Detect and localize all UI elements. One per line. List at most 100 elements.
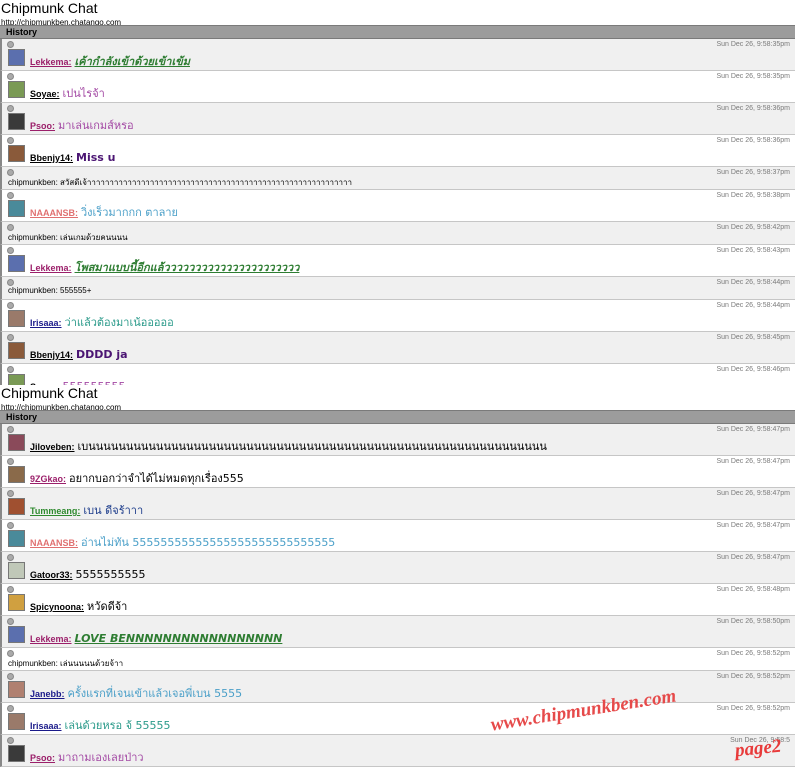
message-timestamp: Sun Dec 26, 9:58:52pm bbox=[716, 650, 790, 657]
avatar[interactable] bbox=[8, 745, 25, 762]
message-text: เค้ากำลังเข้าด้วยเข้าเข้ม bbox=[74, 55, 190, 68]
username-link[interactable]: Lekkema: bbox=[30, 634, 72, 644]
username-link[interactable]: Janebb: bbox=[30, 689, 65, 699]
message-text: อยากบอกว่าจำได้ไม่หมดทุกเรื่อง555 bbox=[69, 472, 244, 485]
avatar[interactable] bbox=[8, 49, 25, 66]
username-link[interactable]: Spicynoona: bbox=[30, 602, 84, 612]
system-message-row: Sun Dec 26, 9:58:44pm chipmunkben: 555555… bbox=[0, 277, 795, 300]
username-link[interactable]: Bbenjy14: bbox=[30, 350, 73, 360]
message-row: Sun Dec 26, 9:58:47pm NAAANSB: อ่านไม่ทัน … bbox=[0, 520, 795, 552]
username-link[interactable]: Bbenjy14: bbox=[30, 153, 73, 163]
avatar[interactable] bbox=[8, 626, 25, 643]
message-timestamp: Sun Dec 26, 9:58:42pm bbox=[716, 224, 790, 231]
status-dot-icon bbox=[7, 73, 14, 80]
message-text: อ่านไม่ทัน 55555555555555555555555555555 bbox=[81, 536, 336, 549]
username-link[interactable]: Jiloveben: bbox=[30, 442, 75, 452]
message-row: Sun Dec 26, 9:58:46pmSoyae:555555555 bbox=[0, 364, 795, 385]
message-row: Sun Dec 26, 9:58:43pm Lekkema: โพสมาแบบนี้… bbox=[0, 245, 795, 277]
message-row: Sun Dec 26, 9:58:47pm 9ZGkao: อยากบอกว่าจำ… bbox=[0, 456, 795, 488]
message-text: โพสมาแบบนี้อีกแล้วววววววววววววววววววววว bbox=[74, 261, 300, 274]
message-timestamp: Sun Dec 26, 9:58:43pm bbox=[716, 247, 790, 254]
username-link[interactable]: Psoo: bbox=[30, 753, 55, 763]
username-link[interactable]: 9ZGkao: bbox=[30, 474, 66, 484]
message-timestamp: Sun Dec 26, 9:58:52pm bbox=[716, 705, 790, 712]
avatar[interactable] bbox=[8, 498, 25, 515]
avatar[interactable] bbox=[8, 713, 25, 730]
message-timestamp: Sun Dec 26, 9:58:36pm bbox=[716, 137, 790, 144]
system-message-text: chipmunkben: สวัสดีเจ้าาาาาาาาาาาาาาาาาา… bbox=[8, 178, 352, 187]
system-message-text: chipmunkben: 555555+ bbox=[8, 286, 92, 295]
avatar[interactable] bbox=[8, 434, 25, 451]
message-timestamp: Sun Dec 26, 9:58:37pm bbox=[716, 169, 790, 176]
avatar[interactable] bbox=[8, 113, 25, 130]
history-header: History bbox=[0, 25, 795, 39]
status-dot-icon bbox=[7, 334, 14, 341]
system-message-row: Sun Dec 26, 9:58:42pm chipmunkben: เล่นเก… bbox=[0, 222, 795, 245]
message-text: ว่าแล้วต้องมาเน้อออออ bbox=[64, 316, 174, 329]
username-link[interactable]: Gatoor33: bbox=[30, 570, 73, 580]
message-list[interactable]: Sun Dec 26, 9:58:47pm Jiloveben: เบนนนนนนน… bbox=[0, 424, 795, 767]
avatar[interactable] bbox=[8, 342, 25, 359]
message-text: มาถามเองเลยป่าว bbox=[58, 751, 144, 764]
avatar[interactable] bbox=[8, 530, 25, 547]
message-timestamp: Sun Dec 26, 9:58:48pm bbox=[716, 586, 790, 593]
message-row: Sun Dec 26, 9:58:36pm Psoo: มาเล่นเกมส์หรอ bbox=[0, 103, 795, 135]
message-row: Sun Dec 26, 9:58:48pm Spicynoona: หวัดดีจ้… bbox=[0, 584, 795, 616]
message-row: Sun Dec 26, 9:58:35pm Lekkema: เค้ากำลังเข… bbox=[0, 39, 795, 71]
message-timestamp: Sun Dec 26, 9:58:36pm bbox=[716, 105, 790, 112]
message-timestamp: Sun Dec 26, 9:58:52pm bbox=[716, 673, 790, 680]
message-timestamp: Sun Dec 26, 9:58:50pm bbox=[716, 618, 790, 625]
username-link[interactable]: Soyae: bbox=[30, 89, 60, 99]
message-row: Sun Dec 26, 9:58:38pm NAAANSB: วิ่งเร็วมาก… bbox=[0, 190, 795, 222]
username-link[interactable]: NAAANSB: bbox=[30, 208, 78, 218]
app-title: Chipmunk Chat bbox=[1, 385, 98, 401]
message-timestamp: Sun Dec 26, 9:58:47pm bbox=[716, 458, 790, 465]
message-row: Sun Dec 26, 9:58:47pm Gatoor33: 5555555555 bbox=[0, 552, 795, 584]
username-link[interactable]: NAAANSB: bbox=[30, 538, 78, 548]
message-timestamp: Sun Dec 26, 9:58:47pm bbox=[716, 554, 790, 561]
message-row: Sun Dec 26, 9:58:47pm Tummeang: เบน ดีจร้า… bbox=[0, 488, 795, 520]
message-text: หวัดดีจ้า bbox=[87, 600, 128, 613]
message-text: 5555555555 bbox=[75, 568, 146, 581]
username-link[interactable]: Tummeang: bbox=[30, 506, 80, 516]
message-row: Sun Dec 26, 9:58:47pm Jiloveben: เบนนนนนนน… bbox=[0, 424, 795, 456]
status-dot-icon bbox=[7, 137, 14, 144]
status-dot-icon bbox=[7, 41, 14, 48]
status-dot-icon bbox=[7, 302, 14, 309]
username-link[interactable]: Lekkema: bbox=[30, 263, 72, 273]
message-timestamp: Sun Dec 26, 9:58:47pm bbox=[716, 522, 790, 529]
status-dot-icon bbox=[7, 366, 14, 373]
avatar[interactable] bbox=[8, 145, 25, 162]
avatar[interactable] bbox=[8, 81, 25, 98]
message-timestamp: Sun Dec 26, 9:58:44pm bbox=[716, 279, 790, 286]
message-text: Miss u bbox=[76, 151, 116, 164]
system-message-text: chipmunkben: เล่นเกมด้วยคนนนน bbox=[8, 233, 128, 242]
message-text: เปนไรจ้า bbox=[62, 87, 105, 100]
username-link[interactable]: Irisaaa: bbox=[30, 318, 62, 328]
status-dot-icon bbox=[7, 673, 14, 680]
avatar[interactable] bbox=[8, 310, 25, 327]
system-message-row: Sun Dec 26, 9:58:37pm chipmunkben: สวัสดี… bbox=[0, 167, 795, 190]
message-text: เบน ดีจร้าาา bbox=[83, 504, 144, 517]
status-dot-icon bbox=[7, 650, 14, 657]
avatar[interactable] bbox=[8, 466, 25, 483]
avatar[interactable] bbox=[8, 200, 25, 217]
message-row: Sun Dec 26, 9:58:50pm Lekkema: LOVE BENNNN… bbox=[0, 616, 795, 648]
message-text: LOVE BENNNNNNNNNNNNNNNNN bbox=[74, 632, 283, 645]
avatar[interactable] bbox=[8, 374, 25, 385]
system-message-text: chipmunkben: เล่นนนนนด้วยจ้าา bbox=[8, 659, 124, 668]
avatar[interactable] bbox=[8, 594, 25, 611]
username-link[interactable]: Lekkema: bbox=[30, 57, 72, 67]
message-text: วิ่งเร็วมากกก ตาลาย bbox=[81, 206, 178, 219]
message-row: Sun Dec 26, 9:58:36pm Bbenjy14: Miss u bbox=[0, 135, 795, 167]
username-link[interactable]: Psoo: bbox=[30, 121, 55, 131]
status-dot-icon bbox=[7, 522, 14, 529]
avatar[interactable] bbox=[8, 255, 25, 272]
message-list[interactable]: Sun Dec 26, 9:58:35pm Lekkema: เค้ากำลังเข… bbox=[0, 39, 795, 385]
username-link[interactable]: Irisaaa: bbox=[30, 721, 62, 731]
status-dot-icon bbox=[7, 586, 14, 593]
avatar[interactable] bbox=[8, 562, 25, 579]
avatar[interactable] bbox=[8, 681, 25, 698]
message-row: Sun Dec 26, 9:58:45pm Bbenjy14: DDDD ja bbox=[0, 332, 795, 364]
message-timestamp: Sun Dec 26, 9:58:47pm bbox=[716, 490, 790, 497]
